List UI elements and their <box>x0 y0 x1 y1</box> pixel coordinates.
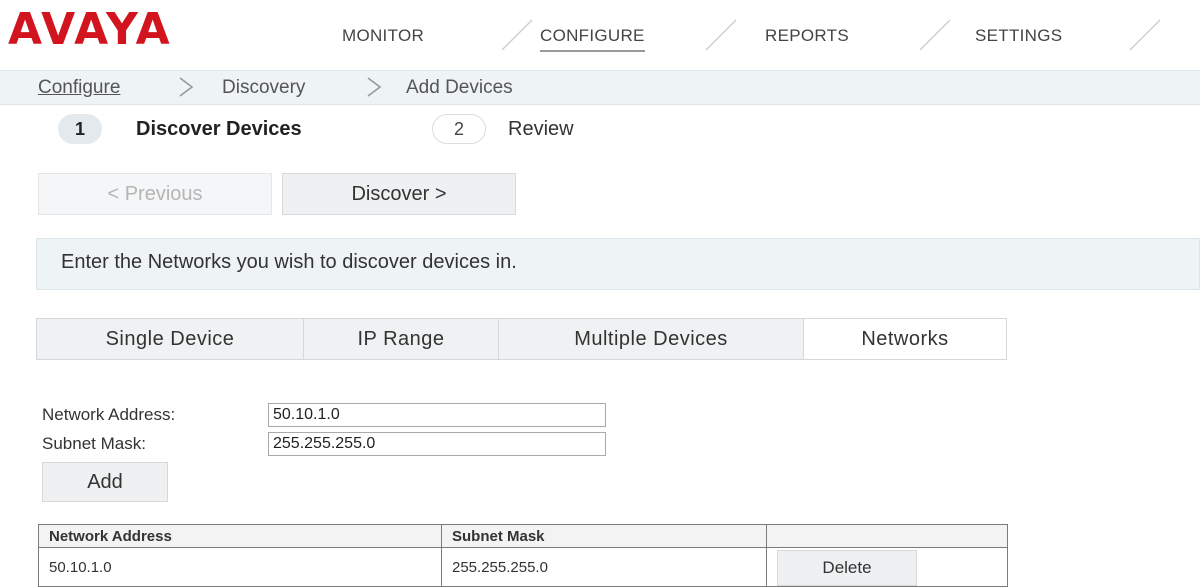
tab-multiple-devices[interactable]: Multiple Devices <box>498 318 804 360</box>
add-button[interactable]: Add <box>42 462 168 502</box>
network-address-label: Network Address: <box>42 405 176 424</box>
tab-ip-range[interactable]: IP Range <box>303 318 499 360</box>
chevron-right-icon <box>176 75 196 105</box>
nav-configure[interactable]: CONFIGURE <box>540 26 645 52</box>
step-1-label: Discover Devices <box>136 118 302 140</box>
instruction-banner: Enter the Networks you wish to discover … <box>36 238 1200 290</box>
subnet-mask-label: Subnet Mask: <box>42 434 146 453</box>
previous-button[interactable]: < Previous <box>38 173 272 215</box>
networks-table: Network Address Subnet Mask 50.10.1.0 25… <box>38 524 1008 587</box>
breadcrumb-discovery: Discovery <box>222 77 306 98</box>
tab-single-device[interactable]: Single Device <box>36 318 304 360</box>
chevron-right-icon <box>364 75 384 105</box>
top-navigation: AVAYA MONITOR CONFIGURE REPORTS SETTINGS <box>0 0 1200 70</box>
step-2-label: Review <box>508 118 574 140</box>
nav-settings[interactable]: SETTINGS <box>975 26 1062 46</box>
nav-separator <box>1128 18 1161 52</box>
instruction-text: Enter the Networks you wish to discover … <box>61 251 517 273</box>
tab-networks[interactable]: Networks <box>803 318 1007 360</box>
delete-button[interactable]: Delete <box>777 550 917 586</box>
column-header-actions <box>766 524 1008 548</box>
subnet-mask-input[interactable] <box>268 432 606 456</box>
breadcrumb-add-devices: Add Devices <box>406 77 513 98</box>
cell-subnet-mask: 255.255.255.0 <box>441 547 767 587</box>
table-row: 50.10.1.0 255.255.255.0 Delete <box>38 547 1008 587</box>
step-2-badge: 2 <box>432 114 486 144</box>
network-address-input[interactable] <box>268 403 606 427</box>
table-header-row: Network Address Subnet Mask <box>38 524 1008 548</box>
nav-separator <box>500 18 533 52</box>
column-header-subnet-mask: Subnet Mask <box>441 524 767 548</box>
avaya-logo: AVAYA <box>8 4 172 55</box>
nav-reports[interactable]: REPORTS <box>765 26 849 46</box>
nav-separator <box>704 18 737 52</box>
column-header-network-address: Network Address <box>38 524 442 548</box>
breadcrumb: Configure Discovery Add Devices <box>0 70 1200 105</box>
cell-network-address: 50.10.1.0 <box>38 547 442 587</box>
nav-separator <box>918 18 951 52</box>
nav-monitor[interactable]: MONITOR <box>342 26 424 46</box>
breadcrumb-configure-link[interactable]: Configure <box>38 77 120 99</box>
step-1-badge: 1 <box>58 114 102 144</box>
discover-button[interactable]: Discover > <box>282 173 516 215</box>
